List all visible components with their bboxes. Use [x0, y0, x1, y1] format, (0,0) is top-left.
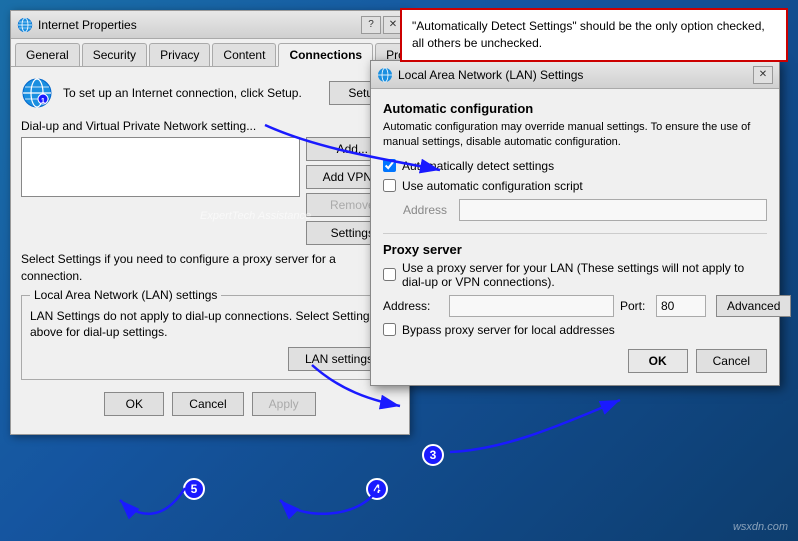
address-placeholder-label: Address: [403, 203, 453, 217]
tabs-row: General Security Privacy Content Connect…: [11, 39, 409, 67]
window-icon: [17, 17, 33, 33]
step-4-circle: 4: [366, 478, 388, 500]
lan-settings-dialog: Local Area Network (LAN) Settings ✕ Auto…: [370, 60, 780, 386]
titlebar: Internet Properties ? ✕: [11, 11, 409, 39]
globe-icon: 1: [21, 77, 53, 109]
lan-dialog-content: Automatic configuration Automatic config…: [371, 89, 779, 385]
bypass-checkbox[interactable]: [383, 323, 396, 336]
auto-script-checkbox[interactable]: [383, 179, 396, 192]
watermark: wsxdn.com: [733, 521, 788, 533]
select-settings-text: Select Settings if you need to configure…: [21, 251, 399, 285]
warning-box: "Automatically Detect Settings" should b…: [400, 8, 788, 62]
use-proxy-checkbox[interactable]: [383, 268, 396, 281]
lan-dialog-title-left: Local Area Network (LAN) Settings: [377, 67, 583, 83]
bypass-label: Bypass proxy server for local addresses: [402, 323, 615, 337]
help-button[interactable]: ?: [361, 16, 381, 34]
lan-dialog-titlebar: Local Area Network (LAN) Settings ✕: [371, 61, 779, 89]
auto-detect-row: Automatically detect settings: [383, 159, 767, 173]
warning-text: "Automatically Detect Settings" should b…: [412, 19, 765, 50]
cancel-button[interactable]: Cancel: [172, 392, 243, 416]
port-label: Port:: [620, 299, 650, 313]
internet-properties-window: Internet Properties ? ✕ General Security…: [10, 10, 410, 435]
script-address-row: Address: [403, 199, 767, 221]
auto-config-title: Automatic configuration: [383, 101, 767, 116]
use-proxy-label: Use a proxy server for your LAN (These s…: [402, 261, 767, 289]
use-proxy-row: Use a proxy server for your LAN (These s…: [383, 261, 767, 289]
connections-list[interactable]: [21, 137, 300, 197]
tab-security[interactable]: Security: [82, 43, 147, 66]
advanced-button[interactable]: Advanced: [716, 295, 791, 317]
apply-button[interactable]: Apply: [252, 392, 316, 416]
connections-tab-content: 1 To set up an Internet connection, clic…: [11, 67, 409, 434]
auto-config-group: Automatic configuration Automatic config…: [383, 101, 767, 221]
connections-main: Dial-up and Virtual Private Network sett…: [21, 119, 399, 245]
titlebar-left: Internet Properties: [17, 17, 137, 33]
auto-script-row: Use automatic configuration script: [383, 179, 767, 193]
window-title: Internet Properties: [38, 18, 137, 32]
dial-up-label: Dial-up and Virtual Private Network sett…: [21, 119, 399, 133]
bypass-row: Bypass proxy server for local addresses: [383, 323, 767, 337]
lan-section-title: Local Area Network (LAN) settings: [30, 288, 221, 302]
proxy-server-group: Proxy server Use a proxy server for your…: [383, 242, 767, 337]
step-3-circle: 3: [422, 444, 444, 466]
tab-general[interactable]: General: [15, 43, 80, 66]
divider: [383, 233, 767, 234]
lan-section: Local Area Network (LAN) settings LAN Se…: [21, 295, 399, 381]
auto-config-desc: Automatic configuration may override man…: [383, 120, 767, 151]
lan-dialog-icon: [377, 67, 393, 83]
tab-connections[interactable]: Connections: [278, 43, 373, 67]
auto-detect-checkbox[interactable]: [383, 159, 396, 172]
ok-button[interactable]: OK: [104, 392, 164, 416]
titlebar-buttons: ? ✕: [361, 16, 403, 34]
port-input[interactable]: 80: [656, 295, 706, 317]
lan-dialog-cancel-button[interactable]: Cancel: [696, 349, 767, 373]
proxy-address-input[interactable]: [449, 295, 614, 317]
setup-row: 1 To set up an Internet connection, clic…: [21, 77, 399, 109]
svg-text:1: 1: [41, 98, 45, 105]
tab-content[interactable]: Content: [212, 43, 276, 66]
lan-dialog-close-button[interactable]: ✕: [753, 66, 773, 84]
proxy-server-title: Proxy server: [383, 242, 767, 257]
step-5-circle: 5: [183, 478, 205, 500]
tab-privacy[interactable]: Privacy: [149, 43, 210, 66]
dialog-ok-cancel: OK Cancel: [383, 349, 767, 373]
expert-logo: ExpertTech Assistance: [200, 210, 311, 222]
ok-cancel-row: OK Cancel Apply: [21, 392, 399, 424]
proxy-address-row: Address: Port: 80 Advanced: [383, 295, 767, 317]
auto-detect-label: Automatically detect settings: [402, 159, 554, 173]
script-address-input[interactable]: [459, 199, 767, 221]
auto-script-label: Use automatic configuration script: [402, 179, 583, 193]
setup-description: To set up an Internet connection, click …: [63, 86, 319, 100]
lan-dialog-title: Local Area Network (LAN) Settings: [398, 68, 583, 82]
lan-dialog-ok-button[interactable]: OK: [628, 349, 688, 373]
lan-description: LAN Settings do not apply to dial-up con…: [30, 308, 390, 342]
proxy-address-label: Address:: [383, 299, 443, 313]
